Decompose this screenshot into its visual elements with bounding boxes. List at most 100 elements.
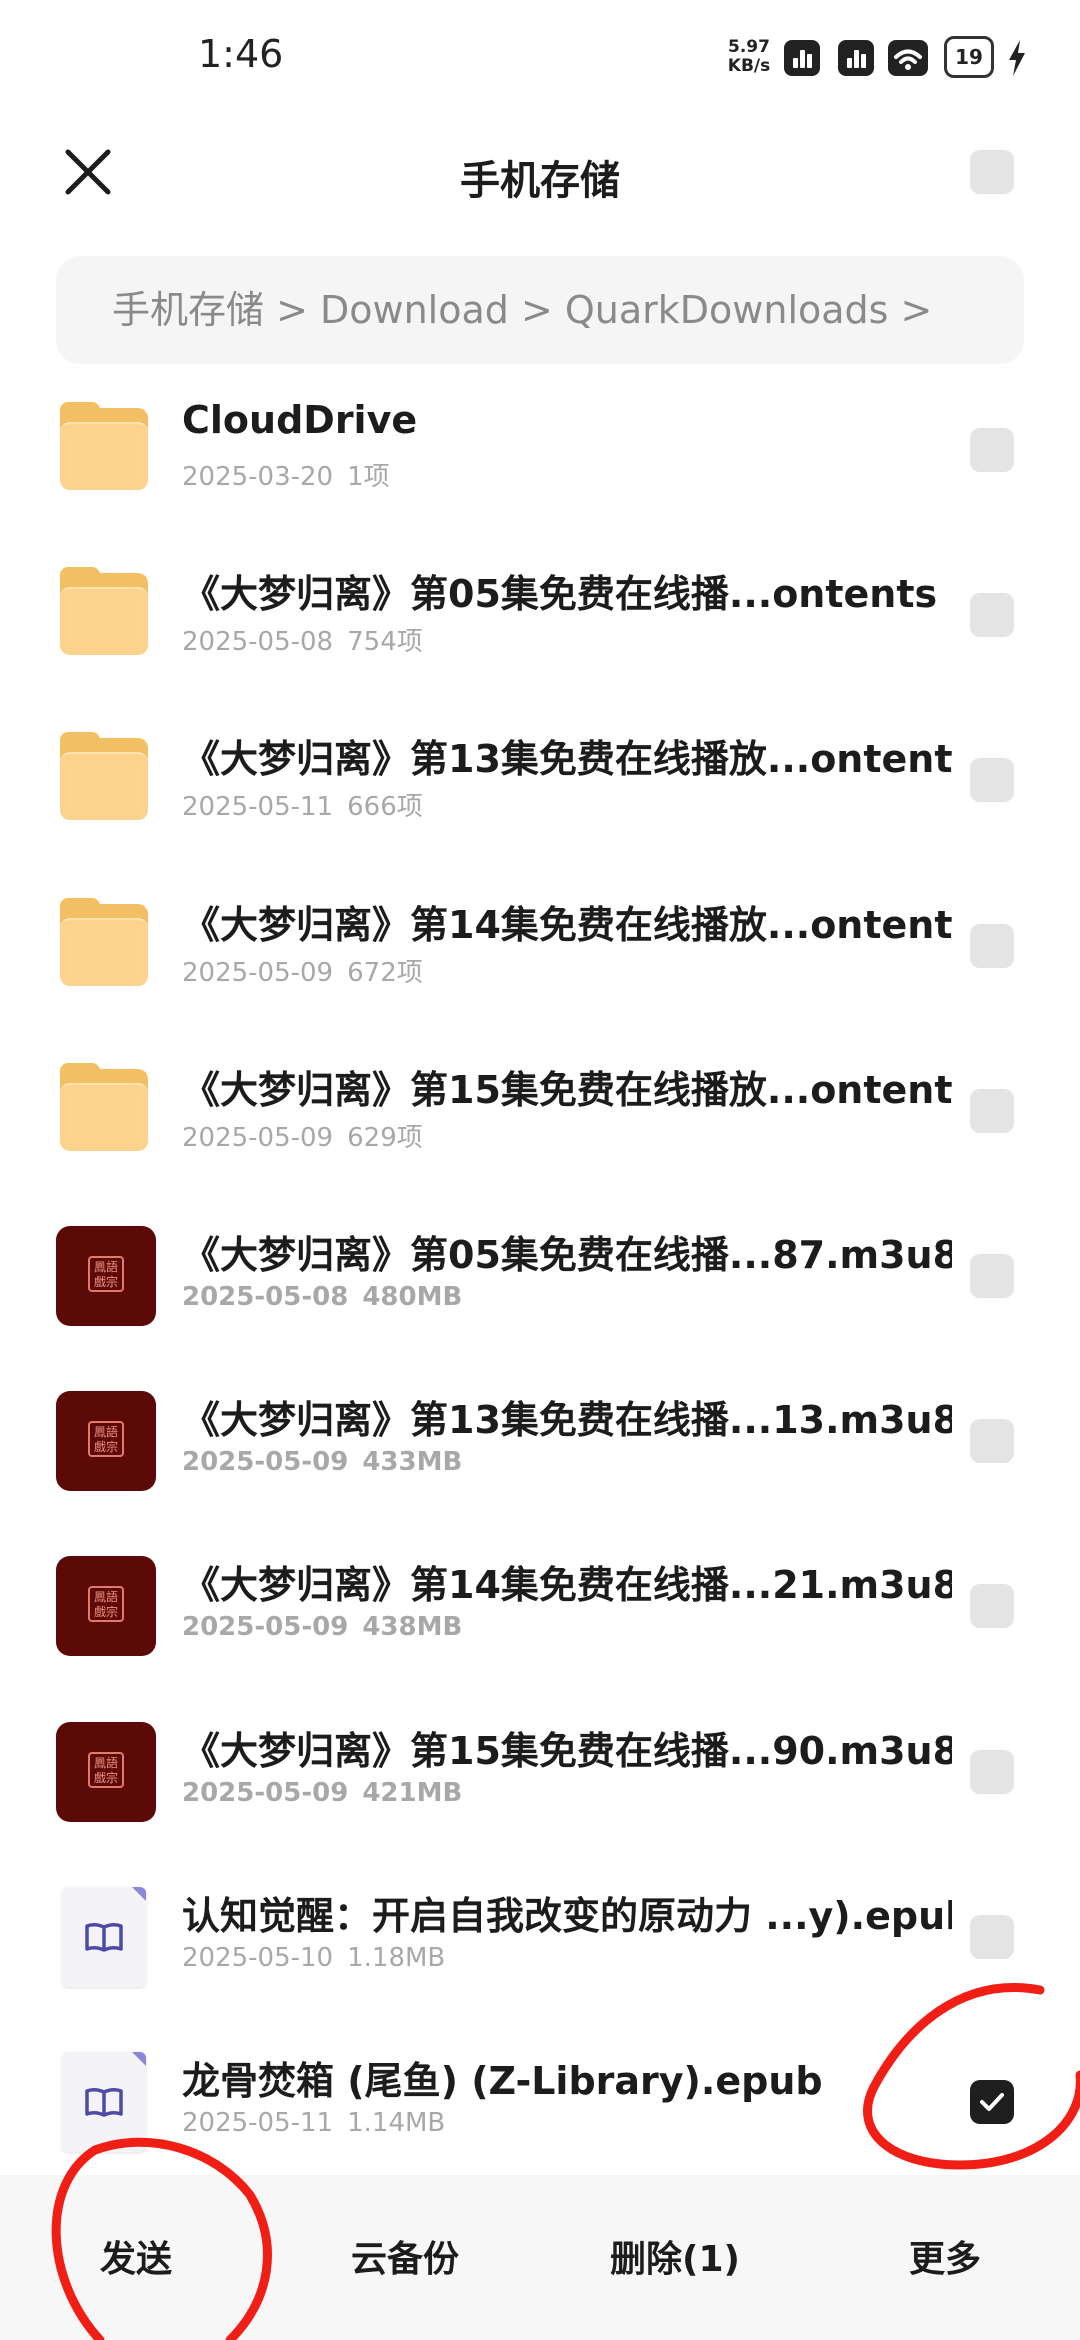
file-meta: 2025-05-09 438MB <box>182 1612 462 1642</box>
file-info: 438MB <box>362 1612 463 1643</box>
file-info: 666项 <box>347 792 423 823</box>
file-date: 2025-05-08 <box>182 1282 349 1312</box>
status-bar: 1:46 5.97 KB/s 19 <box>0 0 1080 120</box>
select-all-checkbox[interactable] <box>970 150 1014 194</box>
file-meta: 2025-05-09 629项 <box>182 1117 423 1154</box>
row-checkbox[interactable] <box>970 758 1014 803</box>
row-checkbox[interactable] <box>970 923 1014 968</box>
epub-book-icon <box>56 2052 156 2152</box>
file-info: 754项 <box>347 627 423 658</box>
more-button[interactable]: 更多 <box>835 2225 1055 2295</box>
file-meta: 2025-05-08 754项 <box>182 621 423 658</box>
row-checkbox[interactable] <box>970 593 1014 638</box>
network-speed: 5.97 KB/s <box>724 38 774 76</box>
cloud-backup-button[interactable]: 云备份 <box>295 2225 515 2295</box>
file-meta: 2025-05-09 421MB <box>182 1778 462 1808</box>
file-name: 《大梦归离》第15集免费在线播...90.m3u8 <box>182 1728 952 1773</box>
file-row-video[interactable]: 鳳語戲宗 《大梦归离》第13集免费在线播...13.m3u8 2025-05-09 4… <box>0 1359 1080 1524</box>
file-row-epub[interactable]: 龙骨焚箱 (尾鱼) (Z-Library).epub 2025-05-11 1.14… <box>0 2020 1080 2185</box>
battery-icon: 19 <box>944 36 994 78</box>
file-row-folder[interactable]: 《大梦归离》第15集免费在线播放...ontents 2025-05-09 629项 <box>0 1029 1080 1194</box>
video-thumbnail: 鳳語戲宗 <box>56 1721 156 1822</box>
page-title: 手机存储 <box>460 158 620 204</box>
folder-icon <box>56 730 156 830</box>
network-speed-unit: KB/s <box>727 56 771 76</box>
file-name: 《大梦归离》第14集免费在线播放...ontents <box>182 902 952 947</box>
folder-icon <box>56 1061 156 1161</box>
file-info: 672项 <box>347 957 423 988</box>
file-date: 2025-05-08 <box>182 627 334 658</box>
seal-logo-icon: 鳳語戲宗 <box>88 1586 124 1623</box>
signal-sim1-icon <box>784 40 820 76</box>
file-meta: 2025-03-20 1项 <box>182 456 390 493</box>
seal-logo-icon: 鳳語戲宗 <box>88 1256 124 1292</box>
video-thumbnail: 鳳語戲宗 <box>56 1391 156 1492</box>
file-row-video[interactable]: 鳳語戲宗 《大梦归离》第05集免费在线播...87.m3u8 2025-05-08 4… <box>0 1194 1080 1359</box>
file-meta: 2025-05-10 1.18MB <box>182 1943 445 1973</box>
file-info: 629项 <box>347 1122 423 1153</box>
file-meta: 2025-05-09 433MB <box>182 1447 462 1477</box>
breadcrumb[interactable]: 手机存储 > Download > QuarkDownloads > <box>56 256 1024 364</box>
wifi-icon <box>888 40 928 76</box>
file-date: 2025-05-11 <box>182 792 334 823</box>
file-row-video[interactable]: 鳳語戲宗 《大梦归离》第15集免费在线播...90.m3u8 2025-05-09 4… <box>0 1690 1080 1855</box>
send-button[interactable]: 发送 <box>26 2225 246 2295</box>
file-row-folder[interactable]: 《大梦归离》第05集免费在线播...ontents 2025-05-08 754项 <box>0 533 1080 698</box>
file-row-epub[interactable]: 认知觉醒：开启自我改变的原动力 ...y).epub 2025-05-10 1.18… <box>0 1855 1080 2020</box>
file-name: CloudDrive <box>182 398 418 442</box>
bottom-action-bar: 发送 云备份 删除(1) 更多 <box>0 2175 1080 2340</box>
file-row-folder[interactable]: 《大梦归离》第14集免费在线播放...ontents 2025-05-09 672项 <box>0 864 1080 1029</box>
file-name: 《大梦归离》第14集免费在线播...21.m3u8 <box>182 1563 952 1608</box>
row-checkbox[interactable] <box>970 1914 1014 1959</box>
row-checkbox[interactable] <box>970 1419 1014 1464</box>
video-thumbnail: 鳳語戲宗 <box>56 1556 156 1657</box>
file-row-folder[interactable]: CloudDrive 2025-03-20 1项 <box>0 368 1080 533</box>
file-name: 《大梦归离》第05集免费在线播...ontents <box>182 572 938 617</box>
file-name: 认知觉醒：开启自我改变的原动力 ...y).epub <box>182 1893 952 1938</box>
folder-icon <box>56 565 156 665</box>
file-name: 《大梦归离》第13集免费在线播放...ontents <box>182 737 952 782</box>
file-meta: 2025-05-11 666项 <box>182 786 423 823</box>
status-time: 1:46 <box>198 32 284 76</box>
file-date: 2025-05-11 <box>182 2108 334 2138</box>
file-info: 433MB <box>362 1447 463 1478</box>
network-speed-value: 5.97 <box>728 37 770 57</box>
header: 手机存储 <box>0 130 1080 220</box>
video-thumbnail: 鳳語戲宗 <box>56 1226 156 1326</box>
file-info: 1项 <box>347 462 390 492</box>
row-checkbox[interactable] <box>970 1749 1014 1794</box>
file-date: 2025-05-09 <box>182 1777 349 1808</box>
file-date: 2025-05-10 <box>182 1942 334 1973</box>
file-name: 《大梦归离》第15集免费在线播放...ontents <box>182 1067 952 1112</box>
folder-icon <box>56 400 156 500</box>
file-name: 龙骨焚箱 (尾鱼) (Z-Library).epub <box>182 2059 823 2103</box>
file-info: 1.14MB <box>347 2108 446 2138</box>
file-row-folder[interactable]: 《大梦归离》第13集免费在线播放...ontents 2025-05-11 666项 <box>0 698 1080 863</box>
file-meta: 2025-05-09 672项 <box>182 952 423 989</box>
file-info: 1.18MB <box>347 1942 446 1973</box>
row-checkbox-checked[interactable] <box>970 2080 1014 2124</box>
check-icon <box>980 2093 1004 2111</box>
file-info: 480MB <box>362 1282 463 1312</box>
file-meta: 2025-05-11 1.14MB <box>182 2108 445 2138</box>
file-date: 2025-03-20 <box>182 462 334 492</box>
file-name: 《大梦归离》第13集免费在线播...13.m3u8 <box>182 1398 952 1443</box>
seal-logo-icon: 鳳語戲宗 <box>88 1751 124 1788</box>
signal-sim2-icon <box>838 40 874 76</box>
file-meta: 2025-05-08 480MB <box>182 1282 462 1312</box>
delete-button[interactable]: 删除(1) <box>565 2225 785 2295</box>
file-row-video[interactable]: 鳳語戲宗 《大梦归离》第14集免费在线播...21.m3u8 2025-05-09 4… <box>0 1524 1080 1689</box>
charging-icon <box>1009 40 1025 76</box>
row-checkbox[interactable] <box>970 1584 1014 1629</box>
seal-logo-icon: 鳳語戲宗 <box>88 1421 124 1458</box>
file-date: 2025-05-09 <box>182 1612 349 1643</box>
file-date: 2025-05-09 <box>182 1122 334 1153</box>
file-date: 2025-05-09 <box>182 1447 349 1478</box>
row-checkbox[interactable] <box>970 1088 1014 1133</box>
folder-icon <box>56 896 156 996</box>
file-name: 《大梦归离》第05集免费在线播...87.m3u8 <box>182 1233 952 1277</box>
epub-book-icon <box>56 1886 156 1987</box>
row-checkbox[interactable] <box>970 1254 1014 1298</box>
row-checkbox[interactable] <box>970 428 1014 472</box>
file-info: 421MB <box>362 1777 463 1808</box>
